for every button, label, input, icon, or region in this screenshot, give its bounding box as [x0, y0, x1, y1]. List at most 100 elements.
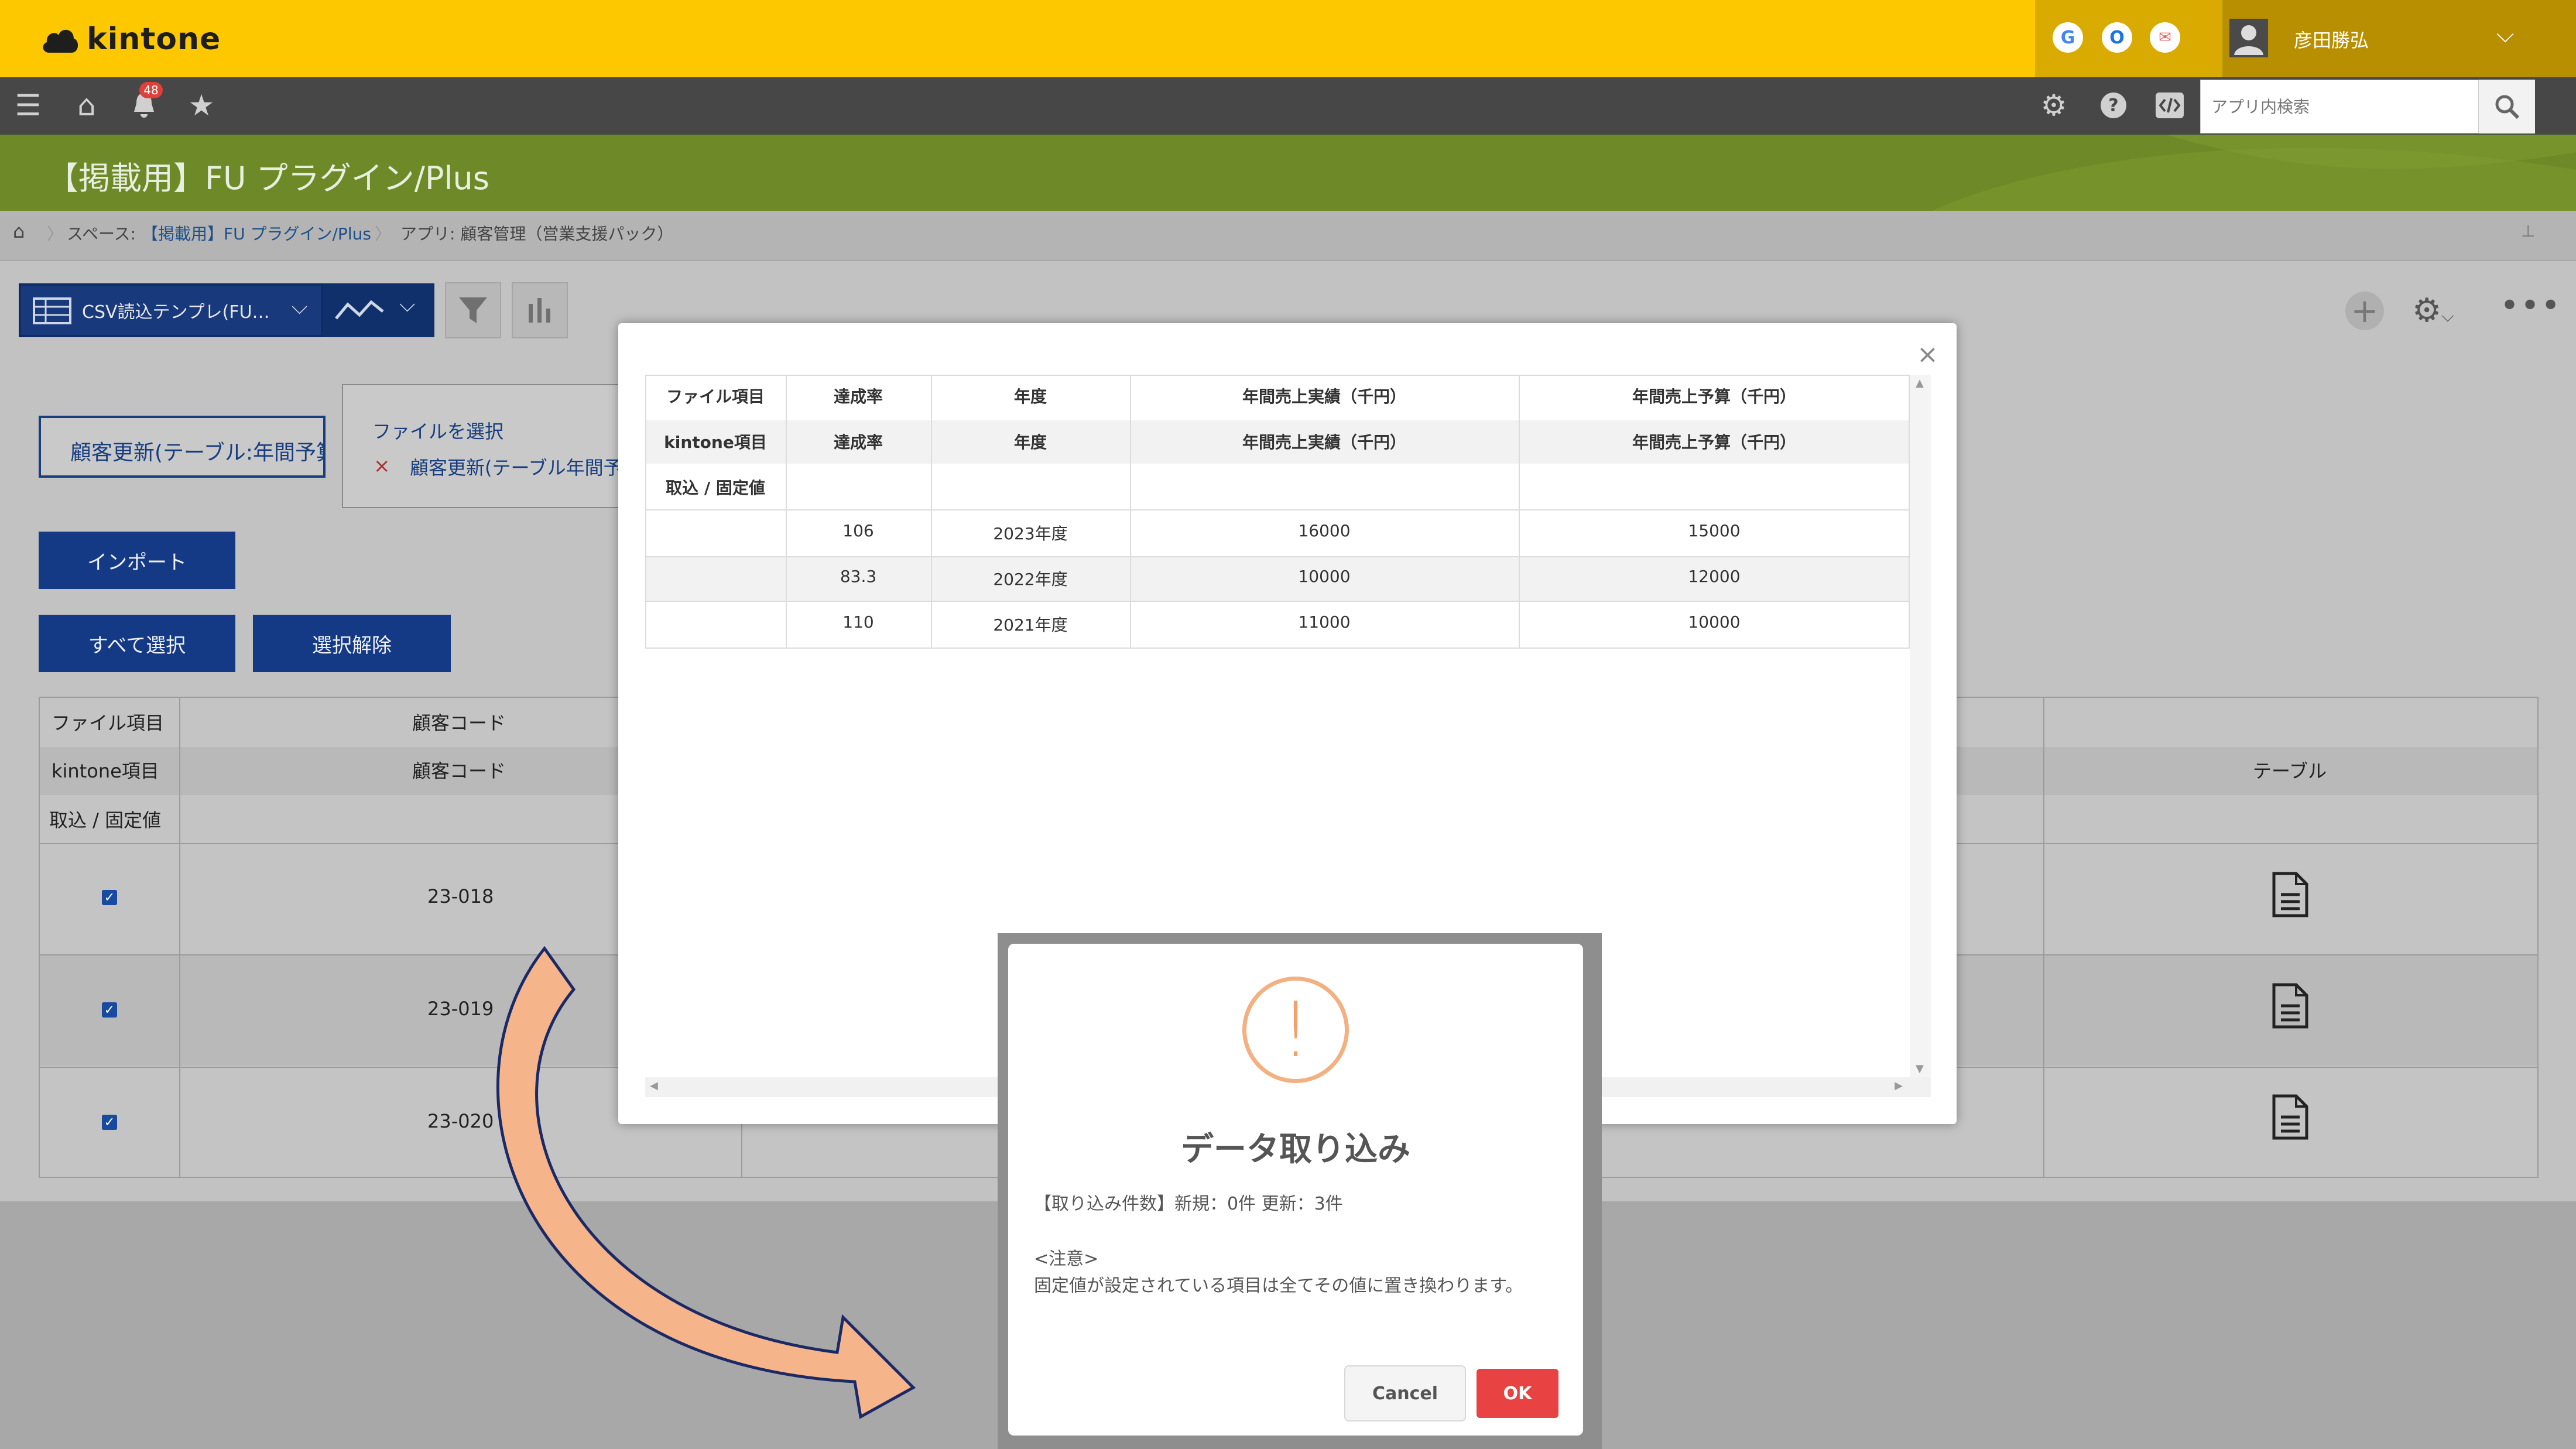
- logo-text: kintone: [87, 22, 221, 57]
- home-icon[interactable]: ⌂: [69, 88, 104, 123]
- notification-badge: 48: [139, 82, 163, 98]
- preview-data-cell: 2021年度: [993, 615, 1068, 635]
- table-divider: [645, 509, 1910, 511]
- import-count-text: 【取り込み件数】新規：0件 更新：3件: [1034, 1194, 1343, 1214]
- preview-header-cell: 達成率: [833, 433, 883, 452]
- cloud-logo-icon: [43, 29, 78, 53]
- preview-header-cell: 達成率: [833, 387, 883, 406]
- preview-row-label: ファイル項目: [666, 387, 765, 406]
- preview-data-cell: 110: [842, 612, 874, 632]
- deselect-button[interactable]: 選択解除: [253, 615, 451, 672]
- app-settings-gear-icon[interactable]: ⚙⌵: [2412, 292, 2454, 330]
- cancel-button[interactable]: Cancel: [1344, 1365, 1466, 1421]
- file-select-label[interactable]: ファイルを選択: [372, 417, 503, 444]
- preview-row-label: 取込 / 固定値: [666, 478, 765, 498]
- more-options-icon[interactable]: •••: [2500, 287, 2561, 325]
- file-name-button[interactable]: 顧客更新(テーブル:年間予算: [39, 416, 326, 478]
- preview-data-cell: 83.3: [840, 567, 877, 586]
- breadcrumb-app[interactable]: アプリ: 顧客管理（営業支援パック）: [400, 221, 673, 245]
- menu-icon[interactable]: ☰: [11, 88, 46, 123]
- preview-data-cell: 15000: [1688, 521, 1741, 540]
- customer-code-cell: 23-020: [427, 1110, 494, 1132]
- file-drop-area[interactable]: [342, 384, 635, 508]
- ok-button[interactable]: OK: [1477, 1369, 1558, 1418]
- col-kintone-table: テーブル: [2253, 760, 2327, 782]
- graph-selector[interactable]: ⌵: [323, 283, 434, 337]
- star-icon[interactable]: ★: [184, 88, 219, 123]
- add-record-icon[interactable]: +: [2345, 292, 2384, 330]
- table-divider: [645, 556, 1910, 557]
- row-checkbox[interactable]: ✓: [102, 890, 117, 905]
- code-icon[interactable]: [2152, 88, 2187, 123]
- table-divider: [2043, 697, 2044, 1178]
- svg-text:?: ?: [2108, 95, 2118, 116]
- pin-icon[interactable]: ⊥: [2521, 221, 2535, 241]
- chevron-down-icon: ⌵: [399, 293, 416, 317]
- table-divider: [179, 697, 180, 1178]
- preview-data-cell: 11000: [1298, 612, 1351, 632]
- bar-chart-icon[interactable]: [512, 282, 568, 338]
- document-icon[interactable]: [2272, 1094, 2309, 1140]
- preview-table: [645, 375, 1910, 649]
- note-body: 固定値が設定されている項目は全てその値に置き換わります。: [1034, 1276, 1523, 1296]
- preview-data-cell: 10000: [1298, 567, 1351, 586]
- chevron-down-icon[interactable]: ⌵: [2496, 21, 2514, 48]
- table-divider: [1519, 375, 1520, 649]
- col-kintone-customer-code: 顧客コード: [412, 760, 506, 782]
- view-name: CSV読込テンプレ(FU…: [82, 302, 270, 323]
- row-label-import: 取込 / 固定値: [49, 809, 162, 831]
- note-title: <注意>: [1034, 1249, 1099, 1269]
- row-checkbox[interactable]: ✓: [102, 1002, 117, 1018]
- app-search-input[interactable]: アプリ内検索: [2200, 80, 2479, 133]
- remove-file-icon[interactable]: ×: [374, 454, 390, 478]
- help-icon[interactable]: ?: [2096, 88, 2131, 123]
- document-icon[interactable]: [2272, 982, 2309, 1029]
- table-divider: [1130, 375, 1131, 649]
- breadcrumb-separator-icon: 〉: [375, 224, 392, 244]
- search-icon[interactable]: [2479, 80, 2535, 133]
- breadcrumb-space-link[interactable]: 【掲載用】FU プラグイン/Plus: [142, 221, 371, 245]
- customer-code-cell: 23-018: [427, 885, 494, 907]
- document-icon[interactable]: [2272, 871, 2309, 918]
- table-view-icon: [33, 297, 71, 324]
- outlook-service-icon[interactable]: O: [2102, 22, 2132, 53]
- preview-header-cell: 年間売上予算（千円）: [1632, 387, 1796, 406]
- google-service-icon[interactable]: G: [2053, 22, 2083, 53]
- breadcrumb-home-icon[interactable]: ⌂: [13, 220, 25, 242]
- vertical-scrollbar[interactable]: ▲ ▼: [1910, 375, 1931, 1077]
- kintone-logo[interactable]: kintone: [41, 19, 221, 60]
- line-graph-icon: [335, 300, 384, 320]
- user-menu[interactable]: [2222, 0, 2576, 77]
- gear-icon[interactable]: ⚙: [2036, 88, 2071, 123]
- close-icon[interactable]: ×: [1917, 340, 1938, 369]
- chevron-down-icon: ⌵: [292, 295, 308, 319]
- preview-row-label: kintone項目: [664, 433, 767, 452]
- table-divider: [786, 375, 787, 649]
- table-divider: [645, 601, 1910, 602]
- filter-icon[interactable]: [445, 282, 501, 338]
- col-file-customer-code: 顧客コード: [412, 712, 506, 734]
- preview-header-cell: 年度: [1013, 387, 1047, 406]
- preview-header-cell: 年間売上実績（千円）: [1242, 387, 1406, 406]
- selected-file-name: 顧客更新(テーブル年間予算: [410, 457, 626, 479]
- global-nav-bar: [0, 77, 2576, 135]
- mail-service-icon[interactable]: ✉: [2150, 22, 2180, 53]
- dialog-title: データ取り込み: [1181, 1131, 1410, 1169]
- preview-header-cell: 年度: [1013, 433, 1047, 452]
- preview-header-cell: 年間売上予算（千円）: [1632, 433, 1796, 452]
- select-all-button[interactable]: すべて選択: [39, 615, 235, 672]
- user-name: 彦田勝弘: [2294, 29, 2369, 52]
- preview-data-cell: 16000: [1298, 521, 1351, 540]
- preview-data-cell: 12000: [1688, 567, 1741, 586]
- preview-data-cell: 106: [842, 521, 874, 540]
- import-button[interactable]: インポート: [39, 532, 235, 589]
- table-divider: [931, 375, 932, 649]
- breadcrumb-separator-icon: 〉: [47, 224, 64, 244]
- preview-data-cell: 2023年度: [993, 524, 1068, 543]
- row-checkbox[interactable]: ✓: [102, 1115, 117, 1130]
- breadcrumb-space-prefix: スペース:: [67, 224, 136, 244]
- preview-data-cell: 2022年度: [993, 570, 1068, 589]
- preview-data-cell: 10000: [1688, 612, 1741, 632]
- preview-header-cell: 年間売上実績（千円）: [1242, 433, 1406, 452]
- row-label-kintone: kintone項目: [52, 760, 159, 782]
